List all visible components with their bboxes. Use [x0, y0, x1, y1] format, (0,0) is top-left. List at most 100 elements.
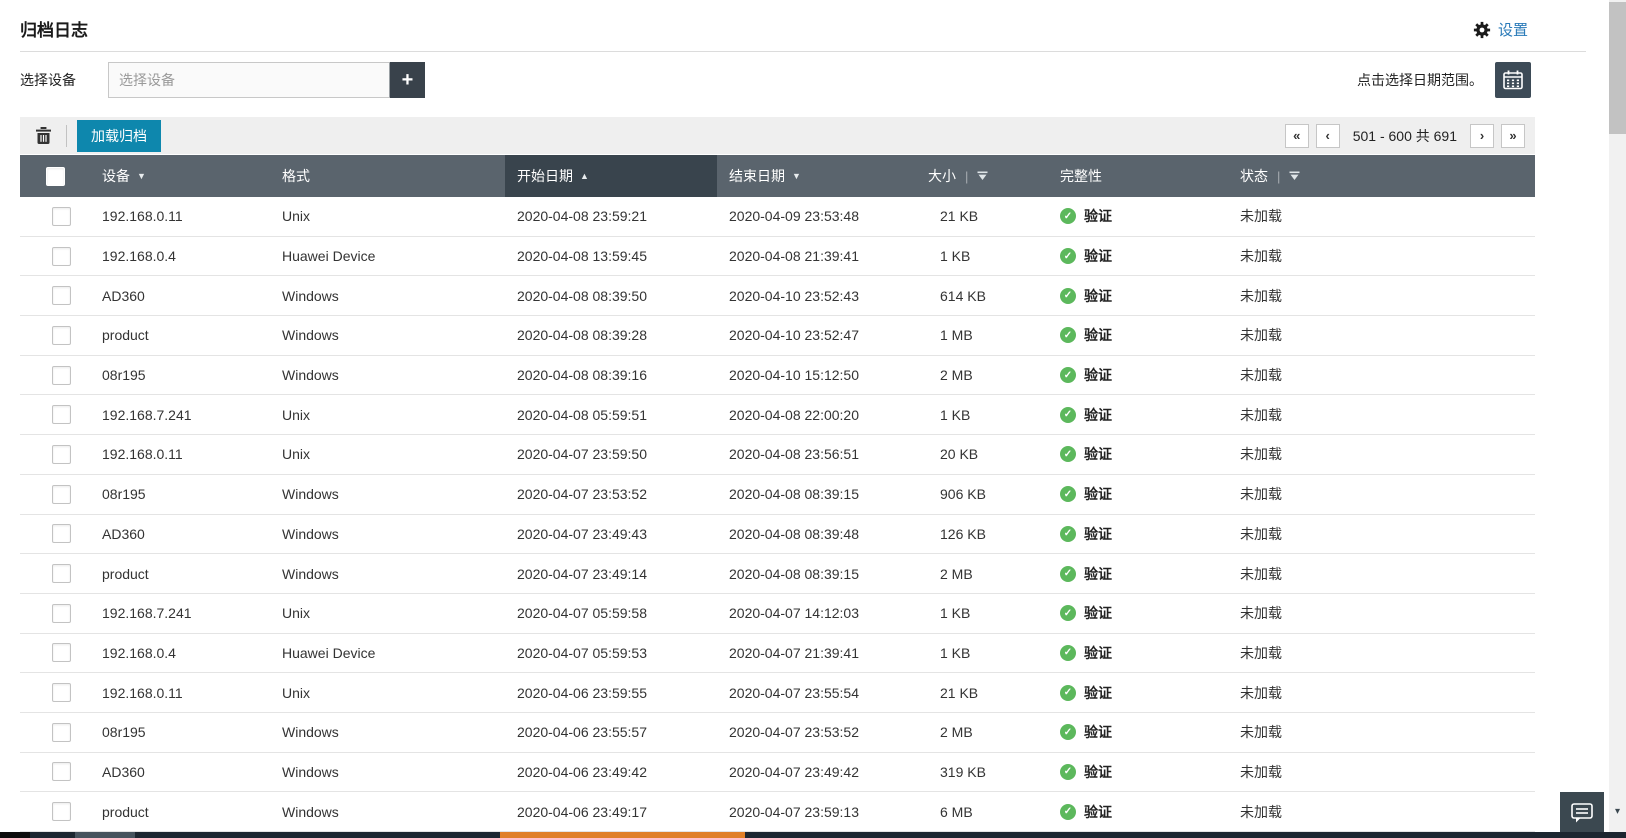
table-row[interactable]: 192.168.7.241 Unix 2020-04-08 05:59:51 2…: [20, 395, 1535, 436]
column-header-start-date[interactable]: 开始日期 ▲: [505, 155, 717, 197]
table-row[interactable]: AD360 Windows 2020-04-06 23:49:42 2020-0…: [20, 752, 1535, 793]
filter-icon[interactable]: [1289, 171, 1300, 181]
table-row[interactable]: 192.168.0.4 Huawei Device 2020-04-08 13:…: [20, 236, 1535, 277]
taskbar-segment: [500, 832, 745, 838]
row-checkbox[interactable]: [51, 206, 71, 226]
end-date-cell: 2020-04-09 23:53:48: [729, 208, 859, 225]
status-cell: 未加载: [1240, 367, 1282, 384]
table-row[interactable]: 192.168.0.4 Huawei Device 2020-04-07 05:…: [20, 633, 1535, 674]
size-cell: 21 KB: [940, 684, 979, 701]
column-label-integrity: 完整性: [1060, 168, 1102, 184]
integrity-label: 验证: [1084, 803, 1112, 820]
row-checkbox[interactable]: [51, 286, 71, 306]
row-checkbox[interactable]: [51, 246, 71, 266]
next-page-button[interactable]: ›: [1470, 123, 1494, 148]
calendar-button[interactable]: [1495, 62, 1531, 98]
verified-check-icon: ✓: [1060, 248, 1076, 265]
device-select-input[interactable]: [108, 62, 390, 98]
format-cell: Unix: [282, 208, 311, 225]
table-row[interactable]: AD360 Windows 2020-04-08 08:39:50 2020-0…: [20, 276, 1535, 317]
column-header-integrity[interactable]: 完整性: [1048, 155, 1228, 197]
select-all-checkbox[interactable]: [45, 166, 65, 186]
verified-check-icon: ✓: [1060, 406, 1076, 423]
scrollbar-thumb[interactable]: [1609, 2, 1626, 134]
integrity-label: 验证: [1084, 406, 1112, 423]
table-row[interactable]: 192.168.0.11 Unix 2020-04-07 23:59:50 20…: [20, 435, 1535, 475]
table-row[interactable]: 192.168.0.11 Unix 2020-04-08 23:59:21 20…: [20, 197, 1535, 237]
format-cell: Windows: [282, 287, 339, 304]
last-page-button[interactable]: »: [1501, 123, 1525, 148]
row-checkbox[interactable]: [51, 564, 71, 584]
row-checkbox[interactable]: [51, 683, 71, 703]
device-cell: AD360: [102, 525, 145, 542]
row-checkbox[interactable]: [51, 643, 71, 663]
integrity-label: 验证: [1084, 327, 1112, 344]
table-row[interactable]: 08r195 Windows 2020-04-08 08:39:16 2020-…: [20, 355, 1535, 396]
integrity-label: 验证: [1084, 367, 1112, 384]
integrity-cell: ✓ 验证: [1048, 515, 1228, 554]
integrity-cell: ✓ 验证: [1048, 316, 1228, 355]
row-checkbox[interactable]: [51, 405, 71, 425]
start-date-cell: 2020-04-08 23:59:21: [517, 208, 647, 225]
table-row[interactable]: AD360 Windows 2020-04-07 23:49:43 2020-0…: [20, 514, 1535, 555]
row-checkbox[interactable]: [51, 524, 71, 544]
size-cell: 2 MB: [940, 367, 973, 384]
vertical-scrollbar[interactable]: ▾: [1609, 0, 1626, 838]
format-cell: Unix: [282, 406, 311, 423]
verified-check-icon: ✓: [1060, 208, 1076, 225]
row-select-cell: [20, 316, 90, 355]
status-cell: 未加载: [1240, 724, 1282, 741]
scrollbar-down-arrow-icon[interactable]: ▾: [1609, 806, 1626, 817]
delete-button[interactable]: [30, 123, 56, 149]
row-select-cell: [20, 237, 90, 276]
table-row[interactable]: product Windows 2020-04-08 08:39:28 2020…: [20, 316, 1535, 356]
row-checkbox[interactable]: [51, 802, 71, 822]
column-header-device[interactable]: 设备 ▼: [90, 155, 270, 197]
page-title: 归档日志: [20, 21, 88, 40]
column-header-status[interactable]: 状态 |: [1228, 155, 1535, 197]
integrity-cell: ✓ 验证: [1048, 475, 1228, 514]
format-cell: Windows: [282, 565, 339, 582]
load-archive-button[interactable]: 加载归档: [77, 119, 161, 152]
start-date-cell: 2020-04-08 08:39:50: [517, 287, 647, 304]
column-header-end-date[interactable]: 结束日期 ▼: [717, 155, 928, 197]
table-row[interactable]: 192.168.7.241 Unix 2020-04-07 05:59:58 2…: [20, 593, 1535, 634]
row-checkbox[interactable]: [51, 603, 71, 623]
row-checkbox[interactable]: [51, 365, 71, 385]
column-header-size[interactable]: 大小 |: [928, 155, 1048, 197]
row-select-cell: [20, 356, 90, 395]
device-cell: 08r195: [102, 367, 146, 384]
size-cell: 1 KB: [940, 406, 971, 423]
verified-check-icon: ✓: [1060, 684, 1076, 701]
row-select-cell: [20, 475, 90, 514]
size-cell: 20 KB: [940, 446, 979, 463]
start-date-cell: 2020-04-06 23:49:42: [517, 763, 647, 780]
start-date-cell: 2020-04-08 08:39:16: [517, 367, 647, 384]
table-row[interactable]: 08r195 Windows 2020-04-06 23:55:57 2020-…: [20, 712, 1535, 753]
filter-icon[interactable]: [977, 171, 988, 181]
start-date-cell: 2020-04-06 23:59:55: [517, 684, 647, 701]
size-cell: 21 KB: [940, 208, 979, 225]
table-row[interactable]: product Windows 2020-04-06 23:49:17 2020…: [20, 792, 1535, 832]
row-checkbox[interactable]: [51, 325, 71, 345]
add-device-button[interactable]: +: [390, 62, 425, 98]
table-row[interactable]: 08r195 Windows 2020-04-07 23:53:52 2020-…: [20, 474, 1535, 515]
prev-page-button[interactable]: ‹: [1315, 123, 1340, 148]
row-checkbox[interactable]: [51, 484, 71, 504]
end-date-cell: 2020-04-08 22:00:20: [729, 406, 859, 423]
table-row[interactable]: 192.168.0.11 Unix 2020-04-06 23:59:55 20…: [20, 673, 1535, 713]
integrity-cell: ✓ 验证: [1048, 435, 1228, 474]
start-date-cell: 2020-04-07 23:53:52: [517, 486, 647, 503]
row-checkbox[interactable]: [51, 444, 71, 464]
verified-check-icon: ✓: [1060, 644, 1076, 661]
status-cell: 未加载: [1240, 327, 1282, 344]
format-cell: Unix: [282, 446, 311, 463]
device-cell: 192.168.7.241: [102, 605, 192, 622]
first-page-button[interactable]: «: [1284, 123, 1309, 148]
table-row[interactable]: product Windows 2020-04-07 23:49:14 2020…: [20, 554, 1535, 594]
row-checkbox[interactable]: [51, 722, 71, 742]
settings-button[interactable]: 设置: [1473, 19, 1528, 40]
column-header-format[interactable]: 格式: [270, 155, 505, 197]
row-checkbox[interactable]: [51, 762, 71, 782]
feedback-button[interactable]: [1560, 792, 1604, 833]
